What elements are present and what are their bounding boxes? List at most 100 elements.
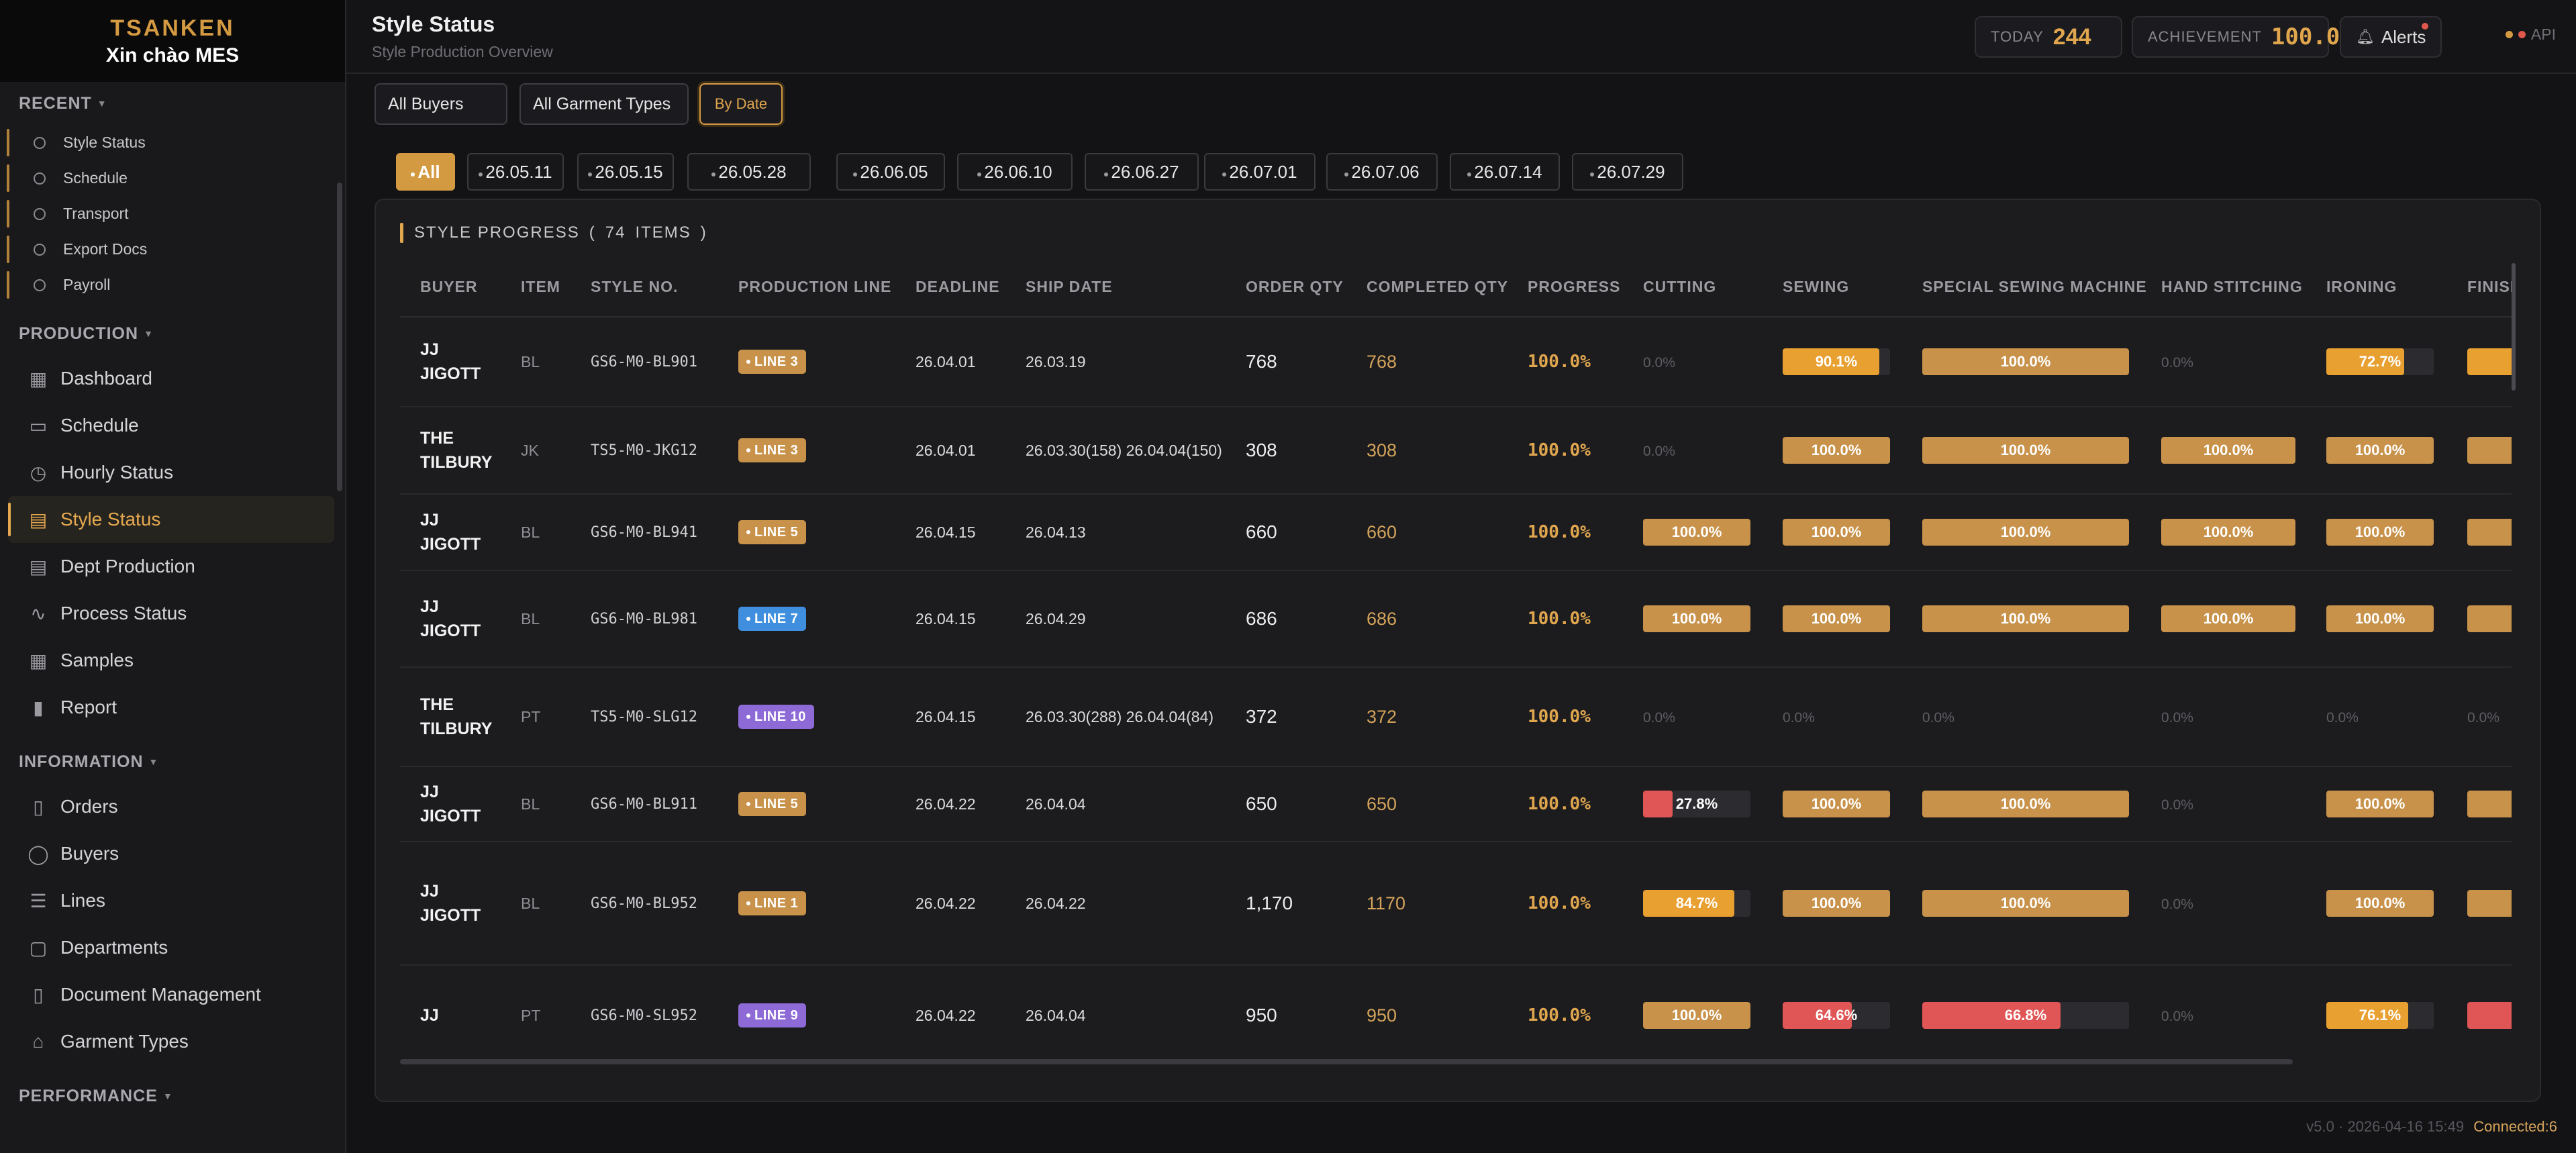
alerts-label: Alerts bbox=[2381, 26, 2426, 47]
date-tab-26.07.29[interactable]: 26.07.29 bbox=[1572, 153, 1683, 191]
stage-progress-cell: 100.0% bbox=[1623, 965, 1763, 1061]
sidebar-scrollbar[interactable] bbox=[337, 183, 342, 491]
stage-progress-cell: 90.1% bbox=[1763, 317, 1902, 407]
by-date-toggle[interactable]: By Date bbox=[699, 83, 783, 125]
sidebar-item-label: Process Status bbox=[60, 603, 187, 623]
progress-bar: 100.0% bbox=[1922, 605, 2129, 632]
table-row[interactable]: JJ JIGOTT BL GS6-M0-BL911 LINE 5 26.04.22 26.… bbox=[400, 766, 2512, 842]
sidebar-item-departments[interactable]: ▢ Departments bbox=[8, 924, 334, 971]
progress-bar-label: 27.8% bbox=[1675, 795, 1718, 812]
sidebar-item-style-status[interactable]: ▤ Style Status bbox=[8, 496, 334, 543]
progress-bar: 70. bbox=[2467, 348, 2512, 375]
column-header[interactable]: SHIP DATE bbox=[1005, 258, 1226, 317]
column-header[interactable]: SPECIAL SEWING MACHINE bbox=[1902, 258, 2146, 317]
section-information[interactable]: INFORMATION ▼ bbox=[0, 740, 342, 783]
sidebar-item-garment-types[interactable]: ⌂ Garment Types bbox=[8, 1018, 334, 1065]
table-row[interactable]: THE TILBURY JK TS5-M0-JKG12 LINE 3 26.04.01 2… bbox=[400, 407, 2512, 495]
sidebar-item-schedule[interactable]: ▭ Schedule bbox=[8, 402, 334, 449]
progress-bar-label: 66.8% bbox=[2004, 1007, 2047, 1023]
progress-bar: 100.0% bbox=[1922, 890, 2129, 917]
sidebar-item-dashboard[interactable]: ▦ Dashboard bbox=[8, 355, 334, 402]
brand-logo[interactable]: TSANKEN Xin chào MES bbox=[0, 0, 345, 82]
date-tab-label: All bbox=[417, 161, 440, 182]
progress-bar: 100.0% bbox=[1643, 605, 1750, 632]
sidebar-item-orders[interactable]: ▯ Orders bbox=[8, 783, 334, 830]
date-tab-26.07.14[interactable]: 26.07.14 bbox=[1450, 153, 1560, 191]
api-status-dot bbox=[2505, 31, 2513, 38]
table-row[interactable]: JJ JIGOTT BL GS6-M0-BL941 LINE 5 26.04.15 26.… bbox=[400, 494, 2512, 571]
column-header[interactable]: SEWING bbox=[1763, 258, 1902, 317]
recent-item[interactable]: Schedule bbox=[0, 160, 342, 196]
recent-item[interactable]: Export Docs bbox=[0, 232, 342, 267]
ship-date-cell: 26.04.04 bbox=[1005, 766, 1226, 842]
sidebar-item-lines[interactable]: ☰ Lines bbox=[8, 877, 334, 924]
table-row[interactable]: JJ JIGOTT BL GS6-M0-BL952 LINE 1 26.04.22 26.… bbox=[400, 842, 2512, 966]
progress-bar-label: 100.0% bbox=[1811, 610, 1862, 627]
table-row[interactable]: JJ PT GS6-M0-SL952 LINE 9 26.04.22 26.04.04 95… bbox=[400, 965, 2512, 1061]
date-tab-26.05.11[interactable]: 26.05.11 bbox=[467, 153, 564, 191]
column-header[interactable]: ORDER QTY bbox=[1226, 258, 1346, 317]
sidebar-item-samples[interactable]: ▦ Samples bbox=[8, 637, 334, 684]
section-production[interactable]: PRODUCTION ▼ bbox=[0, 312, 342, 355]
deadline-cell: 26.04.15 bbox=[895, 494, 1005, 571]
table-vertical-scrollbar[interactable] bbox=[2512, 263, 2516, 391]
stage-progress-cell: 100.0% bbox=[1902, 317, 2141, 407]
table-row[interactable]: THE TILBURY PT TS5-M0-SLG12 LINE 10 26.04.15… bbox=[400, 667, 2512, 767]
progress-bar: 100.0% bbox=[1922, 519, 2129, 546]
sidebar-item-document-management[interactable]: ▯ Document Management bbox=[8, 971, 334, 1018]
column-header[interactable]: PRODUCTION LINE bbox=[718, 258, 895, 317]
progress-bar: 100.0% bbox=[2161, 437, 2295, 464]
recent-item[interactable]: Style Status bbox=[0, 125, 342, 160]
sidebar-item-report[interactable]: ▮ Report bbox=[8, 684, 334, 731]
stage-progress-cell: 0.0% bbox=[2306, 667, 2447, 767]
recent-item[interactable]: Payroll bbox=[0, 267, 342, 303]
progress-bar: 100.0% bbox=[1783, 605, 1890, 632]
date-tab-label: 26.07.14 bbox=[1474, 161, 1542, 182]
column-header[interactable]: DEADLINE bbox=[895, 258, 1005, 317]
sidebar-item-buyers[interactable]: ◯ Buyers bbox=[8, 830, 334, 877]
sidebar-item-process-status[interactable]: ∿ Process Status bbox=[8, 590, 334, 637]
column-header[interactable]: COMPLETED QTY bbox=[1346, 258, 1507, 317]
progress-bar: 100 bbox=[2467, 519, 2512, 546]
date-tab-26.06.05[interactable]: 26.06.05 bbox=[836, 153, 945, 191]
document-icon: ▯ bbox=[33, 796, 44, 817]
column-header[interactable]: FINISHING bbox=[2447, 258, 2512, 317]
table-horizontal-scrollbar[interactable] bbox=[400, 1059, 2293, 1064]
column-header[interactable]: PROGRESS bbox=[1507, 258, 1623, 317]
column-header[interactable]: HAND STITCHING bbox=[2141, 258, 2306, 317]
line-dot-icon bbox=[746, 901, 750, 905]
section-performance[interactable]: PERFORMANCE ▼ bbox=[0, 1074, 342, 1117]
progress-bar: 100.0% bbox=[1922, 348, 2129, 375]
sidebar-item-dept-production[interactable]: ▤ Dept Production bbox=[8, 543, 334, 590]
progress-bar: 100.0% bbox=[1783, 791, 1890, 817]
recent-item-label: Schedule bbox=[63, 169, 128, 187]
date-tab-26.06.27[interactable]: 26.06.27 bbox=[1085, 153, 1199, 191]
line-badge-label: LINE 1 bbox=[754, 895, 799, 911]
style-number-cell: GS6-M0-BL952 bbox=[571, 842, 718, 966]
date-tab-all[interactable]: All bbox=[396, 153, 455, 191]
section-recent[interactable]: RECENT ▼ bbox=[0, 82, 342, 125]
calendar-icon: ▭ bbox=[29, 415, 48, 436]
date-tab-26.05.15[interactable]: 26.05.15 bbox=[577, 153, 674, 191]
date-tab-label: 26.05.11 bbox=[485, 161, 552, 182]
style-table-container[interactable]: BUYER ITEM STYLE NO. PRODUCTION LINE DEADLIN… bbox=[400, 258, 2512, 1061]
recent-item-marker bbox=[7, 271, 9, 299]
sidebar-item-hourly-status[interactable]: ◷ Hourly Status bbox=[8, 449, 334, 496]
column-header[interactable]: STYLE NO. bbox=[571, 258, 718, 317]
table-row[interactable]: JJ JIGOTT BL GS6-M0-BL981 LINE 7 26.04.15 26.… bbox=[400, 570, 2512, 668]
column-header[interactable]: ITEM bbox=[501, 258, 571, 317]
table-row[interactable]: JJ JIGOTT BL GS6-M0-BL901 LINE 3 26.04.01 26.… bbox=[400, 317, 2512, 407]
garment-type-filter-select[interactable]: All Garment Types bbox=[519, 83, 689, 125]
column-header[interactable]: BUYER bbox=[400, 258, 501, 317]
date-tab-26.07.01[interactable]: 26.07.01 bbox=[1204, 153, 1316, 191]
alerts-button[interactable]: 🔔︎ Alerts bbox=[2340, 16, 2442, 58]
buyer-filter-select[interactable]: All Buyers bbox=[375, 83, 507, 125]
date-tab-26.06.10[interactable]: 26.06.10 bbox=[957, 153, 1073, 191]
date-tab-26.05.28[interactable]: 26.05.28 bbox=[687, 153, 811, 191]
progress-cell: 100.0% bbox=[1507, 842, 1623, 966]
column-header[interactable]: CUTTING bbox=[1623, 258, 1763, 317]
recent-item[interactable]: Transport bbox=[0, 196, 342, 232]
date-tab-26.07.06[interactable]: 26.07.06 bbox=[1326, 153, 1438, 191]
column-header[interactable]: IRONING bbox=[2306, 258, 2447, 317]
stage-progress-cell: 100.0% bbox=[1763, 766, 1902, 842]
